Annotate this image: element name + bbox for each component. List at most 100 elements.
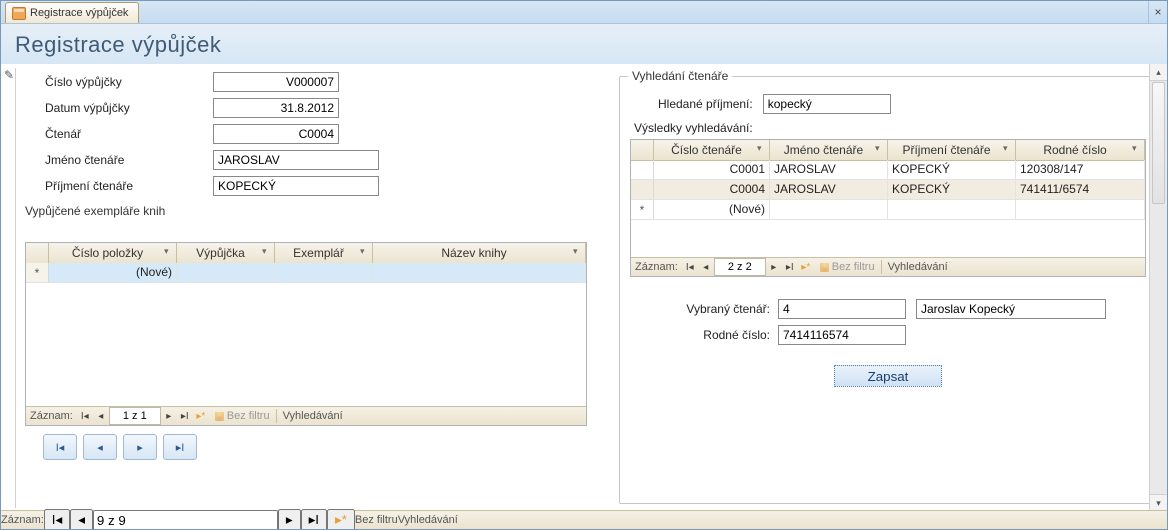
chevron-down-icon[interactable]: ▾ bbox=[1132, 143, 1142, 156]
nav-first[interactable]: I◂ bbox=[77, 408, 93, 424]
btn-prev[interactable]: ◂ bbox=[83, 434, 117, 460]
label-loan-no: Číslo výpůjčky bbox=[19, 75, 213, 89]
save-button[interactable]: Zapsat bbox=[834, 365, 942, 387]
nav-last[interactable]: ▸I bbox=[782, 259, 798, 275]
new-row-label: (Nové) bbox=[49, 263, 177, 282]
results-caption: Výsledky vyhledávání: bbox=[630, 117, 1146, 137]
nav-next[interactable]: ▸ bbox=[161, 408, 177, 424]
chevron-down-icon[interactable]: ▾ bbox=[573, 246, 583, 259]
close-icon: × bbox=[1154, 5, 1161, 19]
form-body: ✎ Číslo výpůjčky Datum výpůjčky Čtenář J… bbox=[1, 64, 1167, 511]
vertical-scrollbar[interactable]: ▴ ▾ bbox=[1149, 64, 1167, 511]
record-nav-buttons: I◂ ◂ ▸ ▸I bbox=[43, 434, 197, 460]
nav-search[interactable]: Vyhledávání bbox=[881, 260, 954, 274]
col-copy[interactable]: Exemplář▾ bbox=[275, 243, 373, 263]
nav-label: Záznam: bbox=[631, 261, 682, 273]
tab-label: Registrace výpůjček bbox=[30, 7, 128, 19]
results-header: Číslo čtenáře▾ Jméno čtenáře▾ Příjmení č… bbox=[631, 140, 1145, 161]
scroll-down-icon[interactable]: ▾ bbox=[1150, 494, 1167, 511]
col-item-no[interactable]: Číslo položky▾ bbox=[49, 243, 177, 263]
result-row[interactable]: C0004 JAROSLAV KOPECKÝ 741411/6574 bbox=[631, 180, 1145, 200]
nav-prev[interactable]: ◂ bbox=[698, 259, 714, 275]
nav-position[interactable] bbox=[109, 407, 161, 425]
nav-position[interactable] bbox=[714, 258, 766, 276]
label-reader: Čtenář bbox=[19, 127, 213, 141]
nav-nofilter[interactable]: Bez filtru bbox=[209, 410, 276, 422]
chevron-down-icon[interactable]: ▾ bbox=[1003, 143, 1013, 156]
form-icon bbox=[12, 7, 26, 20]
field-search-surname[interactable] bbox=[763, 94, 891, 114]
scroll-up-icon[interactable]: ▴ bbox=[1150, 64, 1167, 81]
nav-first[interactable]: I◂ bbox=[682, 259, 698, 275]
btn-last[interactable]: ▸I bbox=[163, 434, 197, 460]
chevron-down-icon[interactable]: ▾ bbox=[164, 246, 174, 259]
field-loan-date[interactable] bbox=[213, 98, 339, 118]
nav-label: Záznam: bbox=[1, 514, 44, 526]
nav-nofilter[interactable]: Bez filtru bbox=[814, 261, 881, 273]
results-select-all[interactable] bbox=[631, 140, 654, 160]
new-row-icon: * bbox=[26, 263, 49, 282]
btn-next[interactable]: ▸ bbox=[123, 434, 157, 460]
btn-first[interactable]: I◂ bbox=[43, 434, 77, 460]
nav-prev[interactable]: ◂ bbox=[70, 509, 93, 530]
items-header: Číslo položky▾ Výpůjčka▾ Exemplář▾ Název… bbox=[26, 243, 586, 264]
nav-last[interactable]: ▸I bbox=[301, 509, 327, 530]
field-selected-name[interactable] bbox=[916, 299, 1106, 319]
chevron-down-icon[interactable]: ▾ bbox=[875, 143, 885, 156]
scroll-thumb[interactable] bbox=[1152, 82, 1165, 204]
col-title[interactable]: Název knihy▾ bbox=[373, 243, 586, 263]
col-rfirst[interactable]: Jméno čtenáře▾ bbox=[770, 140, 888, 160]
items-navbar: Záznam: I◂ ◂ ▸ ▸I ▸* Bez filtru Vyhledáv… bbox=[26, 406, 586, 425]
chevron-down-icon[interactable]: ▾ bbox=[757, 143, 767, 156]
col-rbirth[interactable]: Rodné číslo▾ bbox=[1016, 140, 1145, 160]
picked-reader: Vybraný čtenář: Rodné číslo: bbox=[630, 297, 1146, 347]
form-header: Registrace výpůjček bbox=[1, 24, 1167, 67]
label-first-name: Jméno čtenáře bbox=[19, 153, 213, 167]
nav-search[interactable]: Vyhledávání bbox=[398, 514, 458, 526]
field-reader[interactable] bbox=[213, 124, 339, 144]
result-row[interactable]: C0001 JAROSLAV KOPECKÝ 120308/147 bbox=[631, 160, 1145, 180]
results-body[interactable]: C0001 JAROSLAV KOPECKÝ 120308/147 C0004 … bbox=[631, 160, 1145, 258]
tab-registrace[interactable]: Registrace výpůjček bbox=[5, 2, 139, 23]
main-navbar: Záznam: I◂ ◂ ▸ ▸I ▸* Bez filtru Vyhledáv… bbox=[1, 510, 1167, 529]
groupbox-search-reader: Vyhledání čtenáře Hledané příjmení: Výsl… bbox=[619, 76, 1157, 504]
results-navbar: Záznam: I◂ ◂ ▸ ▸I ▸* Bez filtru Vyhledáv… bbox=[631, 257, 1145, 276]
nav-nofilter[interactable]: Bez filtru bbox=[355, 514, 398, 526]
label-selected-reader: Vybraný čtenář: bbox=[630, 302, 778, 316]
label-search-surname: Hledané příjmení: bbox=[658, 97, 753, 111]
field-birth-no[interactable] bbox=[778, 325, 906, 345]
field-first-name[interactable] bbox=[213, 150, 379, 170]
tab-close-button[interactable]: × bbox=[1148, 1, 1167, 23]
field-loan-no[interactable] bbox=[213, 72, 339, 92]
nav-position[interactable] bbox=[93, 510, 278, 530]
page-title: Registrace výpůjček bbox=[15, 32, 221, 58]
items-select-all[interactable] bbox=[26, 243, 49, 263]
nav-label: Záznam: bbox=[26, 410, 77, 422]
nav-new[interactable]: ▸* bbox=[798, 259, 814, 275]
items-body[interactable]: * (Nové) bbox=[26, 263, 586, 407]
nav-next[interactable]: ▸ bbox=[278, 509, 301, 530]
nav-first[interactable]: I◂ bbox=[44, 509, 70, 530]
subform-items: Číslo položky▾ Výpůjčka▾ Exemplář▾ Název… bbox=[25, 242, 587, 426]
col-loan[interactable]: Výpůjčka▾ bbox=[177, 243, 275, 263]
nav-prev[interactable]: ◂ bbox=[93, 408, 109, 424]
result-new-row[interactable]: * (Nové) bbox=[631, 200, 1145, 220]
chevron-down-icon[interactable]: ▾ bbox=[360, 246, 370, 259]
nav-last[interactable]: ▸I bbox=[177, 408, 193, 424]
chevron-down-icon[interactable]: ▾ bbox=[262, 246, 272, 259]
items-new-row[interactable]: * (Nové) bbox=[26, 263, 586, 283]
nav-new[interactable]: ▸* bbox=[193, 408, 209, 424]
nav-next[interactable]: ▸ bbox=[766, 259, 782, 275]
col-rid[interactable]: Číslo čtenáře▾ bbox=[654, 140, 770, 160]
nav-search[interactable]: Vyhledávání bbox=[276, 409, 349, 423]
pencil-icon: ✎ bbox=[3, 68, 15, 82]
label-birth-no: Rodné číslo: bbox=[630, 328, 778, 342]
col-rlast[interactable]: Příjmení čtenáře▾ bbox=[888, 140, 1016, 160]
nav-new[interactable]: ▸* bbox=[327, 509, 355, 530]
subform-results: Číslo čtenáře▾ Jméno čtenáře▾ Příjmení č… bbox=[630, 139, 1146, 277]
field-last-name[interactable] bbox=[213, 176, 379, 196]
record-selector-bar[interactable]: ✎ bbox=[3, 68, 16, 508]
field-selected-id[interactable] bbox=[778, 299, 906, 319]
new-row-icon: * bbox=[631, 200, 654, 219]
label-last-name: Příjmení čtenáře bbox=[19, 179, 213, 193]
